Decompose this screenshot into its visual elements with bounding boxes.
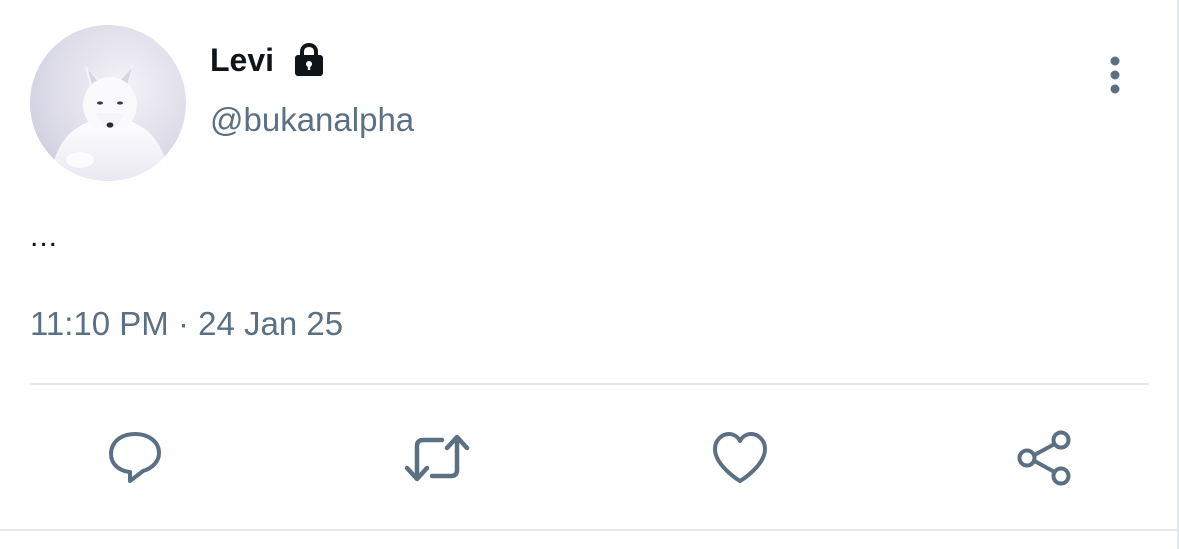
divider (30, 383, 1149, 385)
retweet-icon (404, 434, 470, 482)
tweet-text: ... (30, 220, 59, 253)
bottom-divider (0, 529, 1177, 531)
share-icon (1017, 430, 1071, 486)
share-button[interactable] (1011, 425, 1077, 491)
retweet-button[interactable] (404, 425, 470, 491)
like-icon (713, 432, 767, 483)
more-options-button[interactable] (1096, 52, 1134, 100)
lock-icon (292, 42, 326, 78)
avatar[interactable] (30, 25, 186, 181)
like-button[interactable] (707, 425, 773, 491)
user-handle[interactable]: @bukanalpha (210, 101, 414, 139)
reply-button[interactable] (102, 425, 168, 491)
more-vertical-icon (1110, 56, 1120, 94)
display-name[interactable]: Levi (210, 42, 274, 79)
author-name-row: Levi (210, 38, 326, 82)
arctic-fox-avatar-icon (30, 25, 186, 181)
reply-icon (109, 432, 161, 483)
tweet-card: Levi @bukanalpha ... 11:10 PM · 24 Jan 2… (0, 0, 1179, 549)
tweet-timestamp[interactable]: 11:10 PM · 24 Jan 25 (30, 305, 343, 343)
